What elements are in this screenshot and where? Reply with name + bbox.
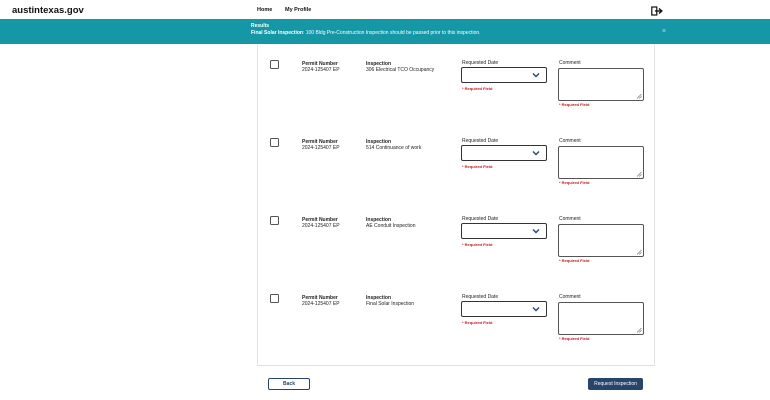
comment-label: Comment — [559, 294, 581, 300]
site-logo[interactable]: austintexas.gov — [12, 5, 84, 16]
inspection-checkbox[interactable] — [270, 60, 279, 69]
comment-textarea[interactable] — [558, 302, 644, 335]
date-required-message: * Required Field — [462, 86, 493, 91]
inspection-checkbox[interactable] — [270, 216, 279, 225]
results-banner: Results Final Solar Inspection: 100 Bldg… — [0, 19, 770, 44]
comment-label: Comment — [559, 138, 581, 144]
resize-grip-icon[interactable] — [636, 171, 642, 177]
banner-message-rest: : 100 Bldg Pre-Construction Inspection s… — [302, 30, 481, 36]
requested-date-select[interactable] — [461, 301, 547, 317]
inspection-value: 514 Continuance of work — [366, 145, 422, 151]
banner-title: Results — [251, 23, 270, 29]
comment-label: Comment — [559, 60, 581, 66]
inspection-value: Final Solar Inspection — [366, 301, 415, 307]
requested-date-label: Requested Date — [462, 138, 499, 144]
comment-label: Comment — [559, 216, 581, 222]
requested-date-select[interactable] — [461, 223, 547, 239]
nav-my-profile-link[interactable]: My Profile — [285, 7, 311, 13]
inspection-value: AE Conduit Inspection — [366, 223, 416, 229]
chevron-down-icon — [532, 151, 540, 156]
request-inspection-button[interactable]: Request Inspection — [588, 378, 643, 390]
resize-grip-icon[interactable] — [636, 249, 642, 255]
inspection-checkbox[interactable] — [270, 138, 279, 147]
inspection-row: Permit Number 2024-125407 EP Inspection … — [258, 44, 656, 122]
requested-date-label: Requested Date — [462, 216, 499, 222]
inspection-checkbox[interactable] — [270, 294, 279, 303]
inspection-value: 306 Electrical TCO Occupancy — [366, 67, 435, 73]
comment-textarea[interactable] — [558, 224, 644, 257]
permit-number-value: 2024-125407 EP — [302, 223, 340, 229]
date-required-message: * Required Field — [462, 320, 493, 325]
inspection-list-panel: Permit Number 2024-125407 EP Inspection … — [257, 44, 655, 366]
date-required-message: * Required Field — [462, 242, 493, 247]
date-required-message: * Required Field — [462, 164, 493, 169]
permit-number-value: 2024-125407 EP — [302, 301, 340, 307]
logout-icon[interactable] — [651, 6, 663, 16]
requested-date-select[interactable] — [461, 145, 547, 161]
comment-textarea[interactable] — [558, 146, 644, 179]
inspection-row: Permit Number 2024-125407 EP Inspection … — [258, 122, 656, 200]
requested-date-label: Requested Date — [462, 294, 499, 300]
banner-message-strong: Final Solar Inspection — [251, 30, 303, 36]
inspection-row: Permit Number 2024-125407 EP Inspection … — [258, 278, 656, 356]
comment-textarea[interactable] — [558, 68, 644, 101]
permit-number-value: 2024-125407 EP — [302, 145, 340, 151]
comment-required-message: * Required Field — [559, 180, 590, 185]
back-button[interactable]: Back — [268, 378, 310, 390]
resize-grip-icon[interactable] — [636, 327, 642, 333]
resize-grip-icon[interactable] — [636, 93, 642, 99]
close-icon[interactable]: × — [662, 28, 666, 35]
chevron-down-icon — [532, 73, 540, 78]
comment-required-message: * Required Field — [559, 336, 590, 341]
requested-date-select[interactable] — [461, 67, 547, 83]
nav-home-link[interactable]: Home — [257, 7, 272, 13]
chevron-down-icon — [532, 229, 540, 234]
permit-number-value: 2024-125407 EP — [302, 67, 340, 73]
requested-date-label: Requested Date — [462, 60, 499, 66]
banner-message: Final Solar Inspection: 100 Bldg Pre-Con… — [251, 30, 481, 36]
comment-required-message: * Required Field — [559, 258, 590, 263]
chevron-down-icon — [532, 307, 540, 312]
comment-required-message: * Required Field — [559, 102, 590, 107]
inspection-row: Permit Number 2024-125407 EP Inspection … — [258, 200, 656, 278]
